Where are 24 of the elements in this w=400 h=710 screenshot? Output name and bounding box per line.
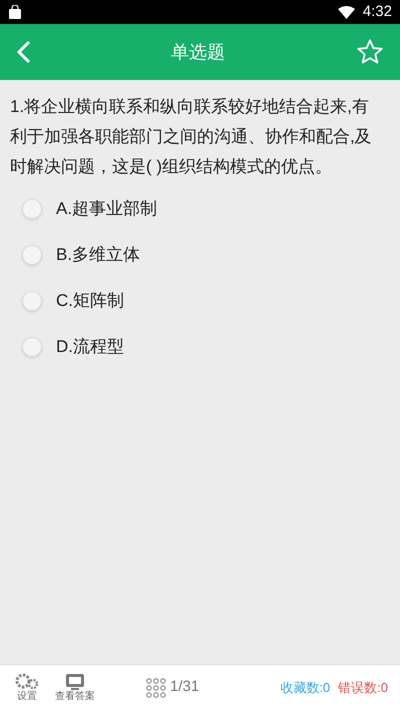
radio-button[interactable] xyxy=(22,337,42,357)
page-title: 单选题 xyxy=(171,40,225,64)
option-label[interactable]: B.多维立体 xyxy=(56,242,140,268)
favorites-count: 收藏数:0 xyxy=(280,678,330,697)
star-icon xyxy=(356,38,384,66)
wifi-icon xyxy=(338,6,355,18)
chevron-left-icon xyxy=(16,40,32,64)
view-answer-label: 查看答案 xyxy=(55,691,95,702)
option-label[interactable]: C.矩阵制 xyxy=(56,288,124,314)
radio-button[interactable] xyxy=(22,245,42,265)
option-label[interactable]: D.流程型 xyxy=(56,334,124,360)
grid-dots-icon[interactable] xyxy=(146,678,166,698)
settings-label: 设置 xyxy=(17,691,37,702)
favorite-star-button[interactable] xyxy=(356,38,384,66)
question-text: 1.将企业横向联系和纵向联系较好地结合起来,有利于加强各职能部门之间的沟通、协作和配合,及时解决问题，这是( )组织结构模式的优点。 xyxy=(9,96,373,178)
radio-button[interactable] xyxy=(22,291,42,311)
gears-icon[interactable] xyxy=(15,673,39,691)
shopping-bag-icon xyxy=(8,5,22,19)
progress-text: 1/31 xyxy=(170,677,200,698)
radio-button[interactable] xyxy=(22,199,42,219)
clock-text: 4:32 xyxy=(362,2,392,22)
option-label[interactable]: A.超事业部制 xyxy=(56,196,158,222)
errors-count: 错误数:0 xyxy=(338,678,388,697)
monitor-icon[interactable] xyxy=(65,673,85,691)
